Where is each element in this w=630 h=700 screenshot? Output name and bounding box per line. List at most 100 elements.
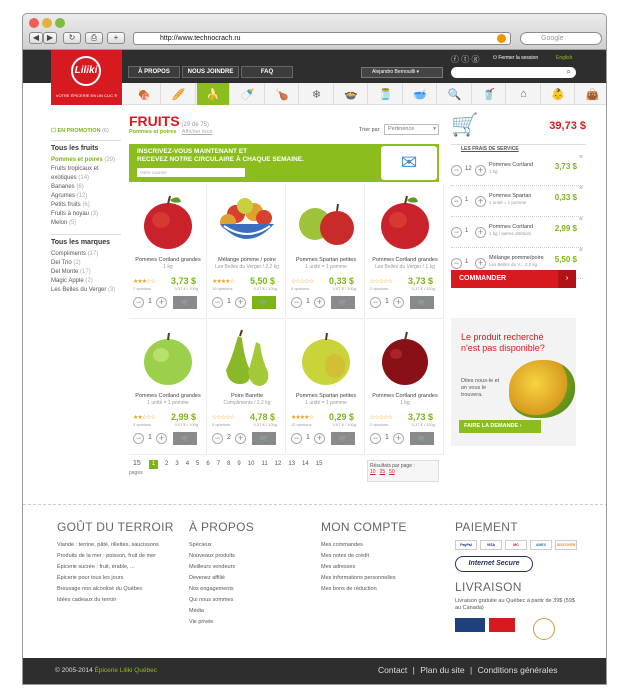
quantity-value[interactable]: 2 bbox=[227, 434, 231, 441]
social-icons[interactable]: ⓕ ⓣ ⓖ bbox=[451, 54, 479, 65]
category-jar-icon[interactable]: 🫙 bbox=[370, 83, 403, 105]
footer-link[interactable]: Épicerie sucrée : fruit, érable, ... bbox=[57, 562, 177, 573]
cart-qty-value[interactable]: 1 bbox=[465, 228, 468, 234]
quantity-value[interactable]: 1 bbox=[306, 298, 310, 305]
maximize-window-button[interactable] bbox=[55, 18, 65, 28]
cart-qty-increase-button[interactable]: + bbox=[475, 165, 486, 176]
quantity-increase-button[interactable]: + bbox=[235, 433, 246, 444]
product-name[interactable]: Pommes Cortland grandes bbox=[366, 393, 444, 400]
category-bananas-icon[interactable]: 🍌 bbox=[197, 83, 230, 105]
footer-link[interactable]: Mes bons de réduction bbox=[321, 584, 441, 595]
quantity-decrease-button[interactable]: − bbox=[133, 297, 144, 308]
footer-link[interactable]: Média bbox=[189, 606, 309, 617]
page-link[interactable]: 5 bbox=[196, 461, 199, 467]
quantity-increase-button[interactable]: + bbox=[235, 297, 246, 308]
rating-stars[interactable]: ☆☆☆☆☆ bbox=[370, 414, 393, 421]
page-link[interactable]: 7 bbox=[217, 461, 220, 467]
footer-link[interactable]: Breuvage non alcoolisé du Québec bbox=[57, 584, 177, 595]
footer-link[interactable]: Produits de la mer : poisson, fruit de m… bbox=[57, 551, 177, 562]
footer-link[interactable]: Mes commandes bbox=[321, 540, 441, 551]
product-name[interactable]: Poire Barette bbox=[208, 393, 286, 400]
brand-item[interactable]: Magic Apple (2) bbox=[51, 277, 121, 286]
category-drink-icon[interactable]: 🥤 bbox=[473, 83, 506, 105]
product-image-red-apple[interactable] bbox=[372, 192, 438, 252]
quantity-value[interactable]: 1 bbox=[385, 434, 389, 441]
email-input[interactable]: Votre courriel bbox=[137, 168, 245, 177]
product-name[interactable]: Pommes Cortland grandes bbox=[129, 257, 207, 264]
fruit-category-item[interactable]: Pommes et poires (29) bbox=[51, 156, 121, 165]
nav-faq[interactable]: FAQ bbox=[241, 66, 293, 78]
language-link[interactable]: English bbox=[556, 55, 572, 61]
category-bowl-icon[interactable]: 🥣 bbox=[404, 83, 437, 105]
rating-stars[interactable]: ★★☆☆☆ bbox=[133, 414, 156, 421]
cart-qty-increase-button[interactable]: + bbox=[475, 227, 486, 238]
rating-stars[interactable]: ★★★☆☆ bbox=[133, 278, 156, 285]
cart-qty-decrease-button[interactable]: − bbox=[451, 227, 462, 238]
site-search-input[interactable]: ⌕ bbox=[451, 67, 576, 78]
page-link[interactable]: 15 bbox=[316, 461, 323, 467]
add-to-cart-button[interactable]: 🛒 bbox=[173, 432, 197, 445]
cart-qty-decrease-button[interactable]: − bbox=[451, 165, 462, 176]
footer-bottom-link[interactable]: Plan du site bbox=[420, 665, 464, 675]
product-image-fruit-bowl[interactable] bbox=[214, 192, 280, 252]
product-image-yellow-apple[interactable] bbox=[293, 328, 359, 388]
cart-qty-value[interactable]: 1 bbox=[465, 259, 468, 265]
quantity-increase-button[interactable]: + bbox=[314, 433, 325, 444]
rating-stars[interactable]: ★★★★☆ bbox=[291, 414, 314, 421]
page-link[interactable]: 14 bbox=[302, 461, 309, 467]
fruit-category-item[interactable]: Melon (5) bbox=[51, 219, 121, 228]
cart-qty-increase-button[interactable]: + bbox=[475, 196, 486, 207]
product-image-pears[interactable] bbox=[214, 328, 280, 388]
per-page-option[interactable]: 25 bbox=[380, 469, 386, 475]
remove-item-icon[interactable]: × bbox=[579, 247, 583, 254]
remove-item-icon[interactable]: × bbox=[579, 185, 583, 192]
quantity-value[interactable]: 1 bbox=[148, 298, 152, 305]
quantity-decrease-button[interactable]: − bbox=[370, 297, 381, 308]
quantity-decrease-button[interactable]: − bbox=[291, 297, 302, 308]
add-to-cart-button[interactable]: 🛒 bbox=[173, 296, 197, 309]
cart-qty-decrease-button[interactable]: − bbox=[451, 258, 462, 269]
product-name[interactable]: Mélange pomme / poire bbox=[208, 257, 286, 264]
request-button[interactable]: FAIRE LA DEMANDE › bbox=[459, 420, 541, 433]
cart-item-name[interactable]: Mélange pomme/poire bbox=[489, 255, 544, 261]
add-to-cart-button[interactable]: 🛒 bbox=[252, 296, 276, 309]
user-menu[interactable]: Alejandro Bernouilli ▾ bbox=[361, 67, 443, 78]
cart-qty-decrease-button[interactable]: − bbox=[451, 196, 462, 207]
quantity-value[interactable]: 1 bbox=[148, 434, 152, 441]
site-logo[interactable]: Liliki VOTRE ÉPICERIE EN UN CLIC ® bbox=[51, 50, 122, 105]
fruits-title[interactable]: Tous les fruits bbox=[51, 145, 121, 152]
add-to-cart-button[interactable]: 🛒 bbox=[410, 432, 434, 445]
quantity-increase-button[interactable]: + bbox=[156, 433, 167, 444]
category-baby-icon[interactable]: 👶 bbox=[542, 83, 575, 105]
footer-link[interactable]: Vie privée bbox=[189, 617, 309, 628]
brand-item[interactable]: Del Trio (2) bbox=[51, 259, 121, 268]
address-bar[interactable]: http://www.technocrach.ru bbox=[133, 32, 511, 45]
show-all-link[interactable]: Afficher tous bbox=[182, 129, 212, 135]
quantity-decrease-button[interactable]: − bbox=[370, 433, 381, 444]
category-bag-icon[interactable]: 👜 bbox=[577, 83, 607, 105]
add-to-cart-button[interactable]: 🛒 bbox=[331, 296, 355, 309]
footer-link[interactable]: Mes informations personnelles bbox=[321, 573, 441, 584]
rating-stars[interactable]: ☆☆☆☆☆ bbox=[291, 278, 314, 285]
footer-link[interactable]: Mes notes de crédit bbox=[321, 551, 441, 562]
current-page[interactable]: 1 bbox=[149, 460, 158, 469]
footer-link[interactable]: Épicerie pour tous les jours bbox=[57, 573, 177, 584]
forward-button[interactable]: ▶ bbox=[43, 32, 57, 44]
footer-link[interactable]: Spécieux bbox=[189, 540, 309, 551]
add-to-cart-button[interactable]: 🛒 bbox=[252, 432, 276, 445]
page-link[interactable]: 4 bbox=[186, 461, 189, 467]
footer-link[interactable]: Idées cadeaux du terroir bbox=[57, 595, 177, 606]
category-house-icon[interactable]: ⌂ bbox=[508, 83, 541, 105]
cart-item-name[interactable]: Pommes Cortland bbox=[489, 224, 533, 230]
brand-item[interactable]: Del Monte (17) bbox=[51, 268, 121, 277]
footer-link[interactable]: Nos engagements bbox=[189, 584, 309, 595]
rating-stars[interactable]: ☆☆☆☆☆ bbox=[370, 278, 393, 285]
product-image-two-apples[interactable] bbox=[293, 192, 359, 252]
remove-item-icon[interactable]: × bbox=[579, 216, 583, 223]
product-name[interactable]: Pommes Spartan petites bbox=[287, 393, 365, 400]
quantity-value[interactable]: 1 bbox=[306, 434, 310, 441]
product-image-dark-apple[interactable] bbox=[372, 328, 438, 388]
cart-qty-increase-button[interactable]: + bbox=[475, 258, 486, 269]
page-link[interactable]: 13 bbox=[288, 461, 295, 467]
footer-bottom-link[interactable]: Conditions générales bbox=[478, 665, 558, 675]
